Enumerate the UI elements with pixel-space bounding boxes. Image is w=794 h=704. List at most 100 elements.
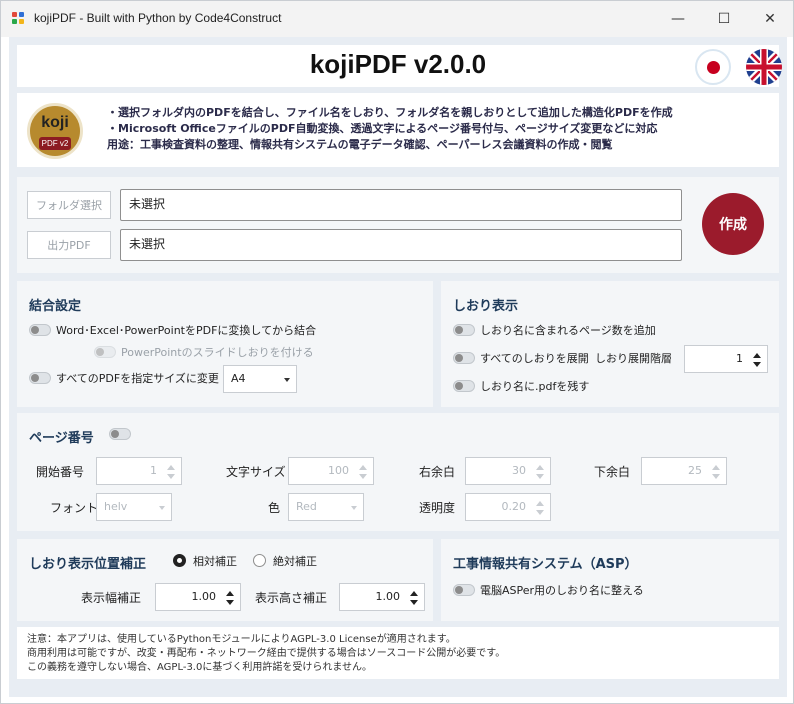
opacity-value: 0.20 (501, 500, 527, 513)
position-correction-title: しおり表示位置補正 (29, 557, 147, 572)
spin-up-icon[interactable] (410, 591, 418, 596)
spin-up-icon[interactable] (167, 465, 175, 470)
folder-path-field[interactable]: 未選択 (120, 189, 682, 221)
chevron-down-icon (351, 506, 357, 510)
app-icon (12, 12, 26, 26)
japanese-language-button[interactable] (695, 49, 731, 85)
app-window: kojiPDF - Built with Python by Code4Cons… (0, 0, 794, 704)
info-panel: koji PDF v2 ・選択フォルダ内のPDFを結合し、ファイル名をしおり、フ… (17, 93, 779, 167)
kojipdf-logo: koji PDF v2 (27, 103, 83, 159)
relative-label: 相対補正 (193, 555, 237, 568)
spin-down-icon[interactable] (712, 474, 720, 479)
absolute-radio[interactable] (253, 554, 266, 567)
height-correction-spinbox[interactable]: 1.00 (339, 583, 425, 611)
convert-office-label: Word･Excel･PowerPointをPDFに変換してから結合 (56, 324, 317, 337)
font-size-label: 文字サイズ (226, 465, 286, 479)
main-content: kojiPDF v2.0.0 koji PDF v2 ・選択フォルダ内のPDFを… (9, 37, 787, 697)
spin-down-icon[interactable] (753, 362, 761, 367)
start-number-spinbox[interactable]: 1 (96, 457, 182, 485)
header: kojiPDF v2.0.0 (17, 45, 782, 87)
bookmark-display-panel: しおり表示 しおり名に含まれるページ数を追加 すべてのしおりを展開 しおり展開階… (441, 281, 779, 407)
page-count-toggle[interactable] (453, 324, 475, 336)
english-language-button[interactable] (746, 49, 782, 85)
bookmark-display-title: しおり表示 (453, 299, 519, 314)
output-pdf-button[interactable]: 出力PDF (27, 231, 111, 259)
font-size-spinbox[interactable]: 100 (288, 457, 374, 485)
right-margin-spinbox[interactable]: 30 (465, 457, 551, 485)
spin-down-icon[interactable] (410, 600, 418, 605)
bottom-margin-value: 25 (688, 464, 702, 477)
notice-line: この義務を遵守しない場合、AGPL-3.0に基づく利用許諾を受けられません。 (27, 662, 373, 673)
chevron-down-icon (284, 378, 290, 382)
convert-office-toggle[interactable] (29, 324, 51, 336)
title-bar: kojiPDF - Built with Python by Code4Cons… (1, 1, 793, 37)
spin-up-icon[interactable] (536, 465, 544, 470)
folder-select-button[interactable]: フォルダ選択 (27, 191, 111, 219)
page-count-label: しおり名に含まれるページ数を追加 (480, 324, 656, 337)
height-correction-value: 1.00 (375, 590, 401, 603)
opacity-spinbox[interactable]: 0.20 (465, 493, 551, 521)
spin-down-icon[interactable] (359, 474, 367, 479)
spin-up-icon[interactable] (712, 465, 720, 470)
color-value: Red (296, 500, 317, 513)
start-number-label: 開始番号 (36, 465, 85, 479)
spin-down-icon[interactable] (167, 474, 175, 479)
font-select[interactable]: helv (96, 493, 172, 521)
keep-pdf-ext-toggle[interactable] (453, 380, 475, 392)
create-button[interactable]: 作成 (702, 193, 764, 255)
page-number-panel: ページ番号 開始番号 1 文字サイズ 100 右余白 30 下余白 25 フォン… (17, 413, 779, 531)
asp-panel: 工事情報共有システム（ASP） 電脳ASPer用のしおり名に整える (441, 539, 779, 621)
spin-down-icon[interactable] (226, 600, 234, 605)
font-size-value: 100 (328, 464, 349, 477)
chevron-down-icon (159, 506, 165, 510)
color-label: 色 (268, 501, 281, 515)
slide-bookmark-label: PowerPointのスライドしおりを付ける (121, 346, 314, 359)
minimize-button[interactable]: — (655, 1, 701, 37)
output-path-field[interactable]: 未選択 (120, 229, 682, 261)
spin-up-icon[interactable] (226, 591, 234, 596)
page-number-toggle[interactable] (109, 428, 131, 440)
close-icon: ✕ (764, 11, 776, 27)
relative-radio[interactable] (173, 554, 186, 567)
spin-up-icon[interactable] (359, 465, 367, 470)
bottom-margin-spinbox[interactable]: 25 (641, 457, 727, 485)
spin-up-icon[interactable] (753, 353, 761, 358)
page-size-select[interactable]: A4 (223, 365, 297, 393)
right-margin-value: 30 (512, 464, 526, 477)
spin-down-icon[interactable] (536, 474, 544, 479)
description-line: 用途：工事検査資料の整理、情報共有システムの電子データ確認、ペーパーレス会議資料… (107, 138, 613, 151)
notice-line: 商用利用は可能ですが、改変・再配布・ネットワーク経由で提供する場合はソースコード… (27, 648, 506, 659)
font-label: フォント (50, 501, 99, 515)
io-panel: フォルダ選択 未選択 出力PDF 未選択 作成 (17, 177, 779, 273)
app-title: kojiPDF v2.0.0 (309, 49, 487, 79)
resize-toggle[interactable] (29, 372, 51, 384)
merge-settings-panel: 結合設定 Word･Excel･PowerPointをPDFに変換してから結合 … (17, 281, 433, 407)
width-correction-spinbox[interactable]: 1.00 (155, 583, 241, 611)
description: ・選択フォルダ内のPDFを結合し、ファイル名をしおり、フォルダ名を親しおりとして… (107, 105, 673, 153)
page-size-value: A4 (231, 372, 246, 385)
expand-level-spinbox[interactable]: 1 (684, 345, 768, 373)
minimize-icon: — (671, 11, 685, 27)
denno-asper-toggle[interactable] (453, 584, 475, 596)
description-line: ・Microsoft OfficeファイルのPDF自動変換、透過文字によるページ… (107, 122, 658, 135)
spin-up-icon[interactable] (536, 501, 544, 506)
resize-label: すべてのPDFを指定サイズに変更 (56, 372, 219, 385)
window-title: kojiPDF - Built with Python by Code4Cons… (34, 11, 282, 25)
expand-all-toggle[interactable] (453, 352, 475, 364)
slide-bookmark-toggle[interactable] (94, 346, 116, 358)
close-button[interactable]: ✕ (747, 1, 793, 37)
maximize-button[interactable]: ☐ (701, 1, 747, 37)
expand-level-label: しおり展開階層 (595, 352, 672, 365)
notice-line: 注意：本アプリは、使用しているPythonモジュールによりAGPL-3.0 Li… (27, 634, 456, 645)
license-notice: 注意：本アプリは、使用しているPythonモジュールによりAGPL-3.0 Li… (17, 627, 779, 679)
page-number-title: ページ番号 (29, 431, 94, 446)
asp-title: 工事情報共有システム（ASP） (453, 557, 638, 572)
maximize-icon: ☐ (717, 11, 731, 27)
opacity-label: 透明度 (419, 501, 456, 515)
absolute-label: 絶対補正 (273, 555, 317, 568)
spin-down-icon[interactable] (536, 510, 544, 515)
start-number-value: 1 (150, 464, 157, 477)
color-select[interactable]: Red (288, 493, 364, 521)
denno-asper-label: 電脳ASPer用のしおり名に整える (480, 584, 644, 597)
bottom-margin-label: 下余白 (594, 465, 631, 479)
